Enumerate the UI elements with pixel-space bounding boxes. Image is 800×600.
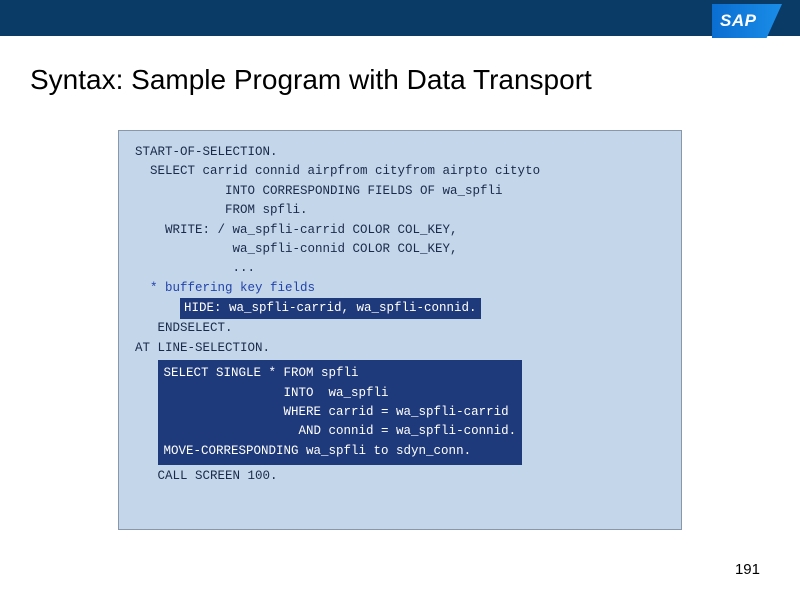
code-line: wa_spfli-connid COLOR COL_KEY,: [135, 240, 665, 259]
code-highlight-block: SELECT SINGLE * FROM spfli INTO wa_spfli…: [158, 360, 523, 465]
code-highlight-hide: HIDE: wa_spfli-carrid, wa_spfli-connid.: [180, 298, 481, 319]
code-line: INTO CORRESPONDING FIELDS OF wa_spfli: [135, 182, 665, 201]
code-line: SELECT SINGLE * FROM spfli: [164, 364, 517, 383]
code-line: SELECT carrid connid airpfrom cityfrom a…: [135, 162, 665, 181]
code-line: WRITE: / wa_spfli-carrid COLOR COL_KEY,: [135, 221, 665, 240]
sap-logo: SAP: [712, 4, 782, 38]
header-bar: SAP: [0, 0, 800, 36]
code-line-hide: HIDE: wa_spfli-carrid, wa_spfli-connid.: [135, 298, 665, 319]
page-number: 191: [735, 561, 760, 578]
sap-logo-text: SAP: [720, 11, 756, 31]
code-highlight-block-wrapper: SELECT SINGLE * FROM spfli INTO wa_spfli…: [135, 358, 665, 467]
code-comment: * buffering key fields: [135, 279, 665, 298]
code-line: ...: [135, 259, 665, 278]
code-line: AND connid = wa_spfli-connid.: [164, 422, 517, 441]
code-line: FROM spfli.: [135, 201, 665, 220]
code-line: INTO wa_spfli: [164, 384, 517, 403]
code-line: MOVE-CORRESPONDING wa_spfli to sdyn_conn…: [164, 442, 517, 461]
code-line: AT LINE-SELECTION.: [135, 339, 665, 358]
code-indent: [135, 301, 180, 315]
code-line: CALL SCREEN 100.: [135, 467, 665, 486]
code-line: ENDSELECT.: [135, 319, 665, 338]
code-line: WHERE carrid = wa_spfli-carrid: [164, 403, 517, 422]
page-title: Syntax: Sample Program with Data Transpo…: [30, 64, 800, 96]
code-indent: [135, 444, 158, 458]
code-sample-box: START-OF-SELECTION. SELECT carrid connid…: [118, 130, 682, 530]
code-line: START-OF-SELECTION.: [135, 143, 665, 162]
